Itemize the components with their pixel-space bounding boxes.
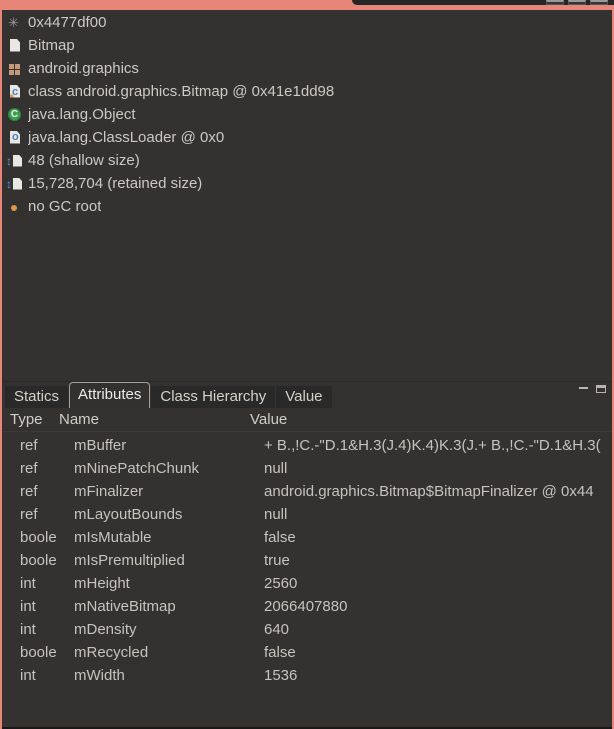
column-header-type[interactable]: Type [10,411,59,428]
retained-size: 15,728,704 (retained size) [28,175,202,192]
cell-type: int [20,575,74,592]
cell-type: ref [20,506,74,523]
table-row[interactable]: boole mIsPremultiplied true [2,549,612,572]
table-row[interactable]: int mHeight 2560 [2,572,612,595]
minimized-view-tab-icon[interactable] [590,0,608,5]
cell-value: 2560 [264,575,612,592]
cell-value: 1536 [264,667,612,684]
tab-attributes[interactable]: Attributes [69,382,150,408]
column-header-value[interactable]: Value [250,411,612,428]
table-row[interactable]: ref mNinePatchChunk null [2,457,612,480]
size-icon [7,176,23,192]
pane-controls [579,385,606,393]
superclass-name: java.lang.Object [28,106,136,123]
class-row[interactable]: class android.graphics.Bitmap @ 0x41e1dd… [7,80,608,103]
cell-value: false [264,529,612,546]
document-icon [7,38,23,54]
cell-type: boole [20,644,74,661]
table-row[interactable]: int mWidth 1536 [2,664,612,687]
package-icon [7,61,23,77]
table-row[interactable]: int mDensity 640 [2,618,612,641]
cell-name: mHeight [74,575,264,592]
superclass-row[interactable]: java.lang.Object [7,103,608,126]
table-row[interactable]: ref mFinalizer android.graphics.Bitmap$B… [2,480,612,503]
object-icon [7,15,23,31]
cell-type: ref [20,460,74,477]
classloader-name: java.lang.ClassLoader @ 0x0 [28,129,224,146]
tab-value[interactable]: Value [276,386,331,408]
object-address-row[interactable]: 0x4477df00 [7,11,608,34]
gc-root-status: no GC root [28,198,101,215]
column-header-name[interactable]: Name [59,411,250,428]
cell-name: mFinalizer [74,483,264,500]
cell-name: mRecycled [74,644,264,661]
tab-bar: Statics Attributes Class Hierarchy Value [2,382,612,408]
attributes-table-body: ref mBuffer + B.,!C.-"D.1&H.3(J.4)K.4)K.… [2,432,612,687]
cell-value: false [264,644,612,661]
class-name-row[interactable]: Bitmap [7,34,608,57]
inspector-panel: 0x4477df00 Bitmap android.graphics class… [0,10,614,729]
view-tab-strip-empty [352,0,614,5]
table-row[interactable]: boole mIsMutable false [2,526,612,549]
cell-value: null [264,506,612,523]
class-simple-name: Bitmap [28,37,75,54]
attributes-pane: Statics Attributes Class Hierarchy Value… [2,381,612,727]
cell-name: mLayoutBounds [74,506,264,523]
cell-type: boole [20,529,74,546]
shallow-size-row[interactable]: 48 (shallow size) [7,149,608,172]
cell-type: int [20,621,74,638]
cell-value: 2066407880 [264,598,612,615]
classloader-icon [7,130,23,146]
package-row[interactable]: android.graphics [7,57,608,80]
size-icon [7,153,23,169]
table-header: Type Name Value [2,408,612,432]
tab-statics[interactable]: Statics [5,386,68,408]
retained-size-row[interactable]: 15,728,704 (retained size) [7,172,608,195]
table-row[interactable]: ref mBuffer + B.,!C.-"D.1&H.3(J.4)K.4)K.… [2,434,612,457]
cell-name: mIsPremultiplied [74,552,264,569]
cell-name: mNinePatchChunk [74,460,264,477]
shallow-size: 48 (shallow size) [28,152,140,169]
cell-type: int [20,598,74,615]
cell-name: mBuffer [74,437,264,454]
gc-root-row[interactable]: no GC root [7,195,608,218]
cell-name: mWidth [74,667,264,684]
cell-name: mIsMutable [74,529,264,546]
gc-root-icon [7,199,23,215]
classloader-row[interactable]: java.lang.ClassLoader @ 0x0 [7,126,608,149]
cell-value: true [264,552,612,569]
cell-type: ref [20,437,74,454]
table-row[interactable]: boole mRecycled false [2,641,612,664]
cell-value: 640 [264,621,612,638]
cell-type: ref [20,483,74,500]
cell-name: mNativeBitmap [74,598,264,615]
minimize-icon[interactable] [579,387,588,389]
cell-name: mDensity [74,621,264,638]
cell-type: boole [20,552,74,569]
class-icon [7,84,23,100]
cell-value: android.graphics.Bitmap$BitmapFinalizer … [264,483,612,500]
cell-value: null [264,460,612,477]
cell-type: int [20,667,74,684]
class-full-name: class android.graphics.Bitmap @ 0x41e1dd… [28,83,334,100]
cell-value: + B.,!C.-"D.1&H.3(J.4)K.4)K.3(J.+ B.,!C.… [264,437,612,454]
object-summary-list: 0x4477df00 Bitmap android.graphics class… [2,10,612,218]
table-row[interactable]: ref mLayoutBounds null [2,503,612,526]
table-row[interactable]: int mNativeBitmap 2066407880 [2,595,612,618]
package-name: android.graphics [28,60,139,77]
tab-class-hierarchy[interactable]: Class Hierarchy [151,386,275,408]
class-green-icon [7,107,23,123]
minimized-view-tab-icon[interactable] [546,0,564,5]
maximize-icon[interactable] [596,385,606,393]
inspector-view: 0x4477df00 Bitmap android.graphics class… [0,0,614,729]
minimized-view-tab-icon[interactable] [568,0,586,5]
object-address: 0x4477df00 [28,14,106,31]
minimized-views [546,0,608,5]
